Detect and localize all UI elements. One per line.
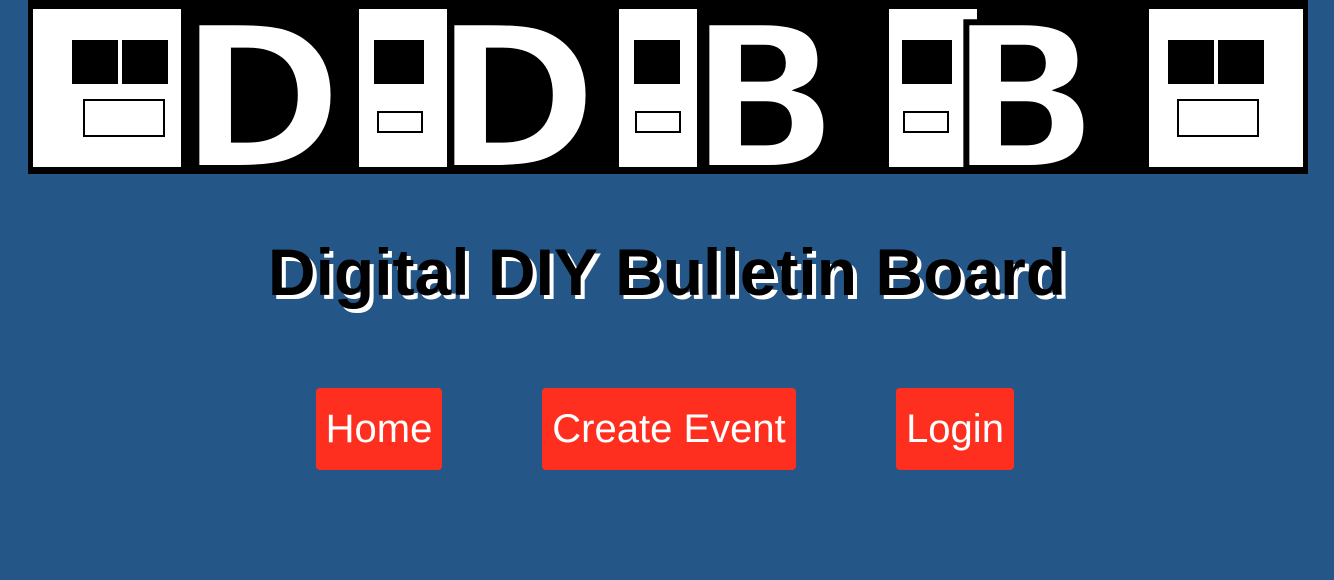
bus-logo-image: D D B B (28, 0, 1308, 174)
svg-text:B: B (688, 0, 840, 174)
ddbb-logo-banner: D D B B (28, 0, 1308, 174)
create-event-button[interactable]: Create Event (542, 388, 796, 470)
page-title: Digital DIY Bulletin Board (267, 235, 1067, 309)
login-button[interactable]: Login (896, 388, 1014, 470)
home-button[interactable]: Home (316, 388, 442, 470)
page: D D B B Digital DIY Bulletin Board Home … (0, 0, 1334, 580)
main-nav: Home Create Event Login (0, 388, 1334, 470)
svg-text:B: B (948, 0, 1100, 174)
svg-text:D: D (433, 0, 599, 174)
svg-text:D: D (178, 0, 344, 174)
